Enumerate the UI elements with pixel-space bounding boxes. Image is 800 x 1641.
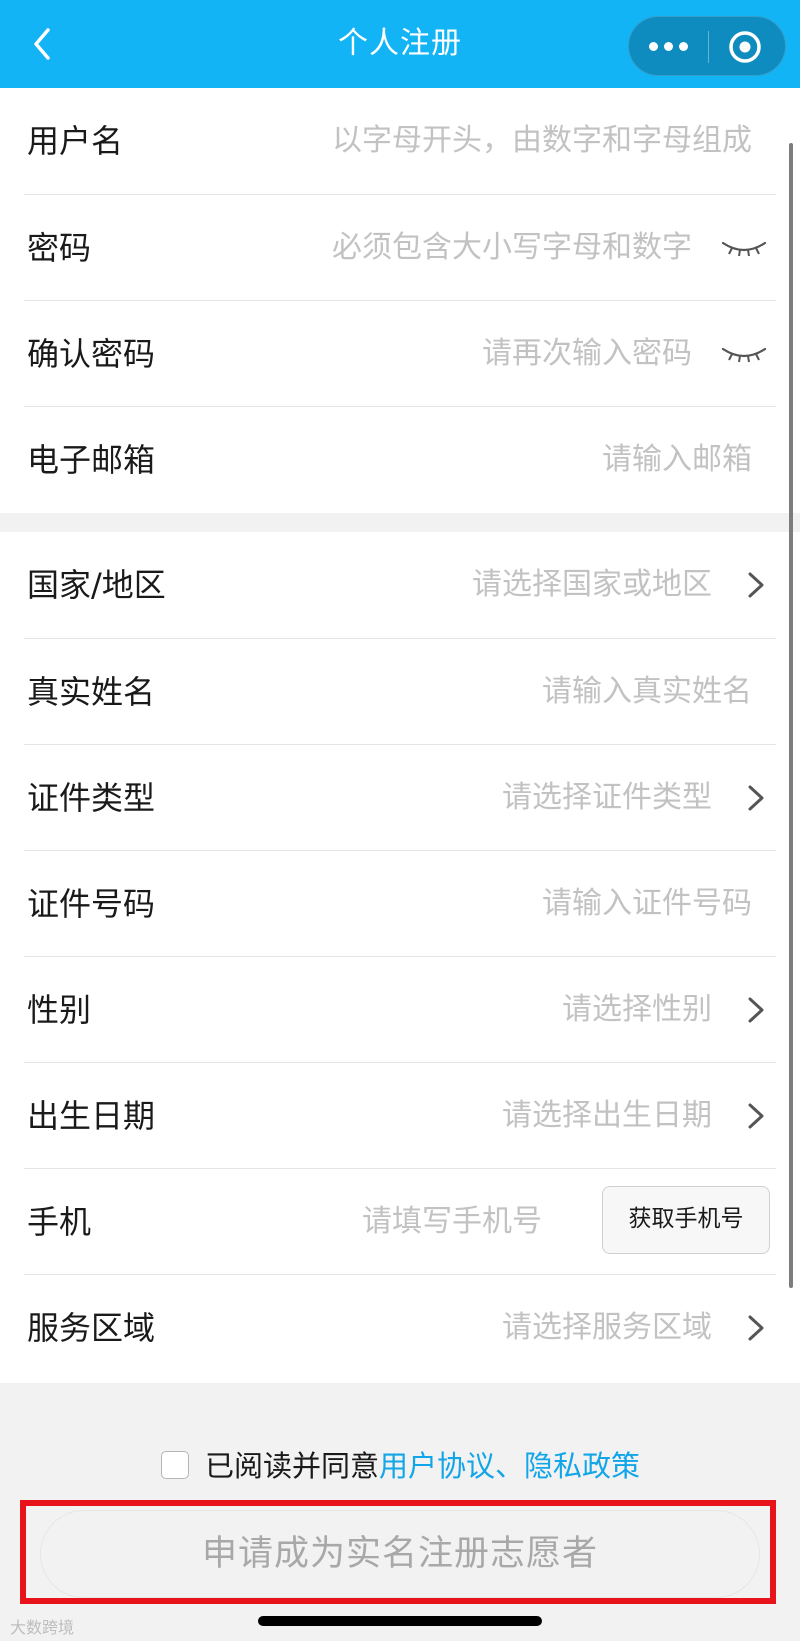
phone-input[interactable]: 请填写手机号 [362, 1169, 542, 1275]
confirm-password-label: 确认密码 [27, 335, 156, 373]
agreement-checkbox[interactable] [161, 1451, 189, 1479]
password-field[interactable]: 密码 必须包含大小写字母和数字 [24, 194, 776, 300]
service-area-label: 服务区域 [27, 1309, 156, 1347]
confirm-password-field[interactable]: 确认密码 请再次输入密码 [24, 300, 776, 406]
email-label: 电子邮箱 [27, 441, 156, 479]
country-region-label: 国家/地区 [27, 566, 166, 604]
username-field[interactable]: 用户名 以字母开头，由数字和字母组成 [24, 88, 776, 194]
home-indicator [258, 1616, 542, 1626]
real-name-label: 真实姓名 [27, 673, 156, 711]
chevron-right-icon [744, 782, 768, 814]
eye-closed-icon[interactable] [720, 337, 768, 371]
id-type-label: 证件类型 [27, 779, 156, 817]
eye-closed-icon[interactable] [720, 231, 768, 265]
confirm-password-input[interactable]: 请再次输入密码 [482, 301, 692, 407]
id-type-field[interactable]: 证件类型 请选择证件类型 [24, 744, 776, 850]
country-region-select[interactable]: 请选择国家或地区 [472, 532, 712, 638]
agreement-text: 已阅读并同意用户协议、隐私政策 [205, 1446, 640, 1486]
email-input[interactable]: 请输入邮箱 [602, 407, 752, 513]
birth-date-label: 出生日期 [27, 1097, 156, 1135]
agreement-row: 已阅读并同意用户协议、隐私政策 [0, 1446, 800, 1486]
chevron-right-icon [744, 1312, 768, 1344]
more-icon[interactable] [629, 17, 707, 77]
navigation-bar: 个人注册 [0, 0, 800, 88]
id-number-label: 证件号码 [27, 885, 156, 923]
close-miniprogram-icon[interactable] [709, 17, 787, 77]
gender-label: 性别 [27, 991, 92, 1029]
watermark: 大数跨境 [10, 1618, 75, 1637]
get-phone-number-button[interactable]: 获取手机号 [602, 1186, 770, 1254]
birth-date-select[interactable]: 请选择出生日期 [502, 1063, 712, 1169]
agreement-link[interactable]: 用户协议、隐私政策 [379, 1449, 640, 1483]
country-region-field[interactable]: 国家/地区 请选择国家或地区 [24, 532, 776, 638]
id-type-select[interactable]: 请选择证件类型 [502, 745, 712, 851]
chevron-right-icon [744, 994, 768, 1026]
id-number-input[interactable]: 请输入证件号码 [542, 851, 752, 957]
agreement-prefix: 已阅读并同意 [205, 1449, 380, 1483]
profile-section: 国家/地区 请选择国家或地区 真实姓名 请输入真实姓名 证件类型 请选择证件类型… [0, 532, 800, 1383]
real-name-input[interactable]: 请输入真实姓名 [542, 639, 752, 745]
phone-label: 手机 [27, 1203, 92, 1241]
email-field[interactable]: 电子邮箱 请输入邮箱 [24, 406, 776, 512]
service-area-select[interactable]: 请选择服务区域 [502, 1275, 712, 1381]
real-name-field[interactable]: 真实姓名 请输入真实姓名 [24, 638, 776, 744]
phone-field[interactable]: 手机 请填写手机号 获取手机号 [24, 1168, 776, 1274]
highlight-box [20, 1500, 776, 1604]
password-input[interactable]: 必须包含大小写字母和数字 [332, 195, 692, 301]
gender-field[interactable]: 性别 请选择性别 [24, 956, 776, 1062]
username-label: 用户名 [27, 122, 124, 160]
chevron-right-icon [744, 569, 768, 601]
account-section: 用户名 以字母开头，由数字和字母组成 密码 必须包含大小写字母和数字 确认密码 … [0, 88, 800, 513]
miniprogram-capsule [628, 16, 786, 76]
password-label: 密码 [27, 229, 92, 267]
scrollbar[interactable] [789, 143, 793, 1288]
birth-date-field[interactable]: 出生日期 请选择出生日期 [24, 1062, 776, 1168]
username-input[interactable]: 以字母开头，由数字和字母组成 [332, 88, 752, 194]
gender-select[interactable]: 请选择性别 [562, 957, 712, 1063]
service-area-field[interactable]: 服务区域 请选择服务区域 [24, 1274, 776, 1380]
id-number-field[interactable]: 证件号码 请输入证件号码 [24, 850, 776, 956]
chevron-right-icon [744, 1100, 768, 1132]
